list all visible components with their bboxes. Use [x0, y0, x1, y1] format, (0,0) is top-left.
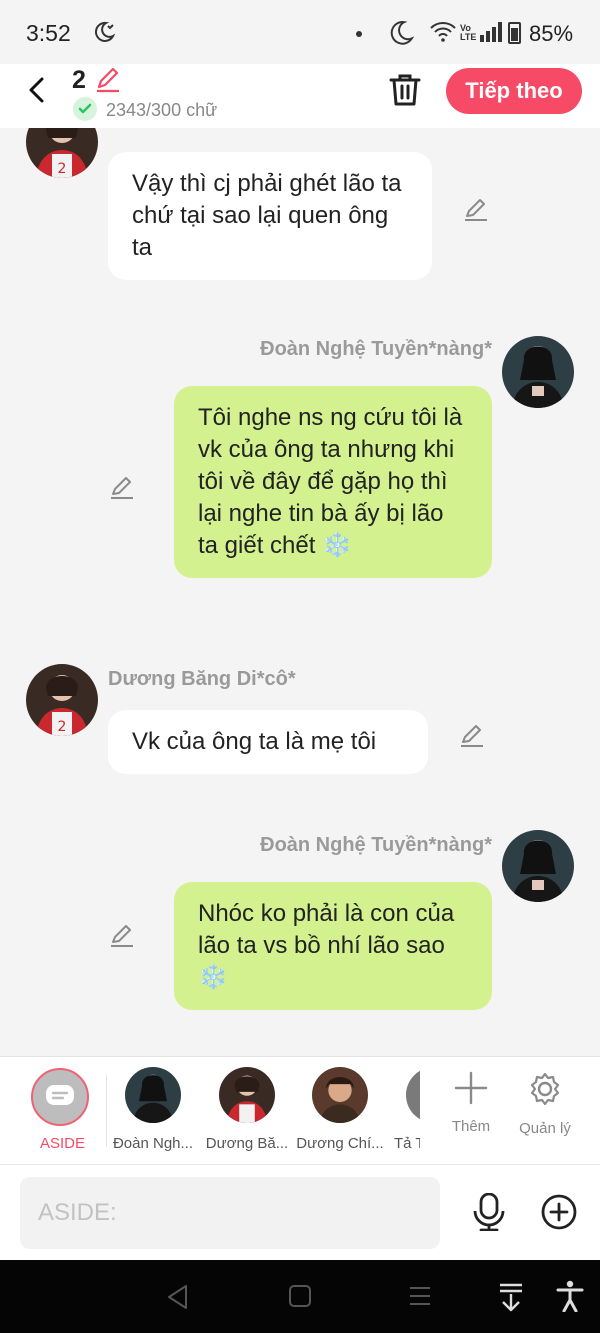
next-button[interactable]: Tiếp theo	[446, 68, 582, 114]
add-character-button[interactable]: Thêm	[446, 1071, 496, 1135]
sender-name: Đoàn Nghệ Tuyền*nàng*	[260, 338, 492, 360]
accessibility-icon[interactable]	[556, 1280, 584, 1317]
nav-home-icon[interactable]	[288, 1284, 312, 1313]
battery-icon	[508, 22, 521, 44]
battery-percent: 85%	[529, 21, 574, 46]
svg-text:2: 2	[58, 719, 67, 735]
edit-message-icon[interactable]	[108, 922, 136, 955]
edit-message-icon[interactable]	[458, 722, 486, 755]
nav-hide-icon[interactable]	[498, 1282, 524, 1317]
system-nav-bar	[0, 1260, 600, 1333]
microphone-button[interactable]	[472, 1192, 506, 1236]
message-bubble[interactable]: Vậy thì cj phải ghét lão ta chứ tại sao …	[108, 152, 432, 280]
character-duong-bang[interactable]: Dương Bă...	[202, 1067, 292, 1152]
moon-alarm-icon	[92, 20, 116, 49]
avatar-duong-bang-di[interactable]: 2	[26, 664, 98, 736]
wifi-icon	[430, 22, 456, 47]
word-count: 2343/300 chữ	[106, 100, 218, 120]
check-icon	[73, 97, 97, 121]
nav-recents-icon[interactable]	[408, 1284, 432, 1313]
edit-message-icon[interactable]	[462, 196, 490, 229]
message-bubble[interactable]: Nhóc ko phải là con của lão ta vs bồ nhí…	[174, 882, 492, 1010]
signal-icon	[480, 22, 502, 47]
aside-label: ASIDE	[40, 1135, 86, 1152]
character-name: Dương Bă...	[205, 1135, 289, 1152]
nav-back-icon[interactable]	[166, 1284, 190, 1315]
edit-message-icon[interactable]	[108, 474, 136, 507]
chat-bubble-icon	[46, 1085, 74, 1105]
avatar	[406, 1067, 420, 1123]
gear-icon	[530, 1072, 560, 1106]
input-bar	[0, 1164, 600, 1260]
message-bubble[interactable]: Vk của ông ta là mẹ tôi	[108, 710, 428, 774]
add-button[interactable]	[540, 1193, 578, 1236]
notification-dot-icon	[356, 31, 362, 37]
add-label: Thêm	[451, 1118, 491, 1135]
avatar-doan-nghe-tuyen[interactable]	[502, 336, 574, 408]
avatar	[125, 1067, 181, 1123]
status-time: 3:52	[26, 20, 71, 46]
message-input[interactable]	[20, 1177, 440, 1249]
plus-icon	[454, 1071, 488, 1105]
character-name: Tả T	[394, 1135, 420, 1152]
message-bubble[interactable]: Tôi nghe ns ng cứu tôi là vk của ông ta …	[174, 386, 492, 578]
character-name: Đoàn Ngh...	[112, 1135, 194, 1152]
editor-header: 2 2343/300 chữ Tiếp theo	[0, 64, 600, 128]
volte-indicator: Vo LTE	[460, 23, 477, 42]
avatar-duong-bang-di[interactable]: 2	[26, 128, 98, 178]
character-bar: ASIDE Đoàn Ngh... Dương Bă... Dương Chí.…	[0, 1056, 600, 1164]
character-ta-t[interactable]: Tả T	[390, 1067, 420, 1152]
aside-button[interactable]	[31, 1068, 89, 1126]
avatar-doan-nghe-tuyen[interactable]	[502, 830, 574, 902]
chat-area[interactable]: 2 Vậy thì cj phải ghét lão ta chứ tại sa…	[0, 128, 600, 1056]
status-bar: 3:52 Vo LTE 85%	[0, 0, 600, 64]
character-doan-nghe[interactable]: Đoàn Ngh...	[108, 1067, 198, 1152]
divider	[106, 1075, 107, 1147]
back-button[interactable]	[22, 74, 52, 104]
character-duong-chi[interactable]: Dương Chí...	[295, 1067, 385, 1152]
avatar	[312, 1067, 368, 1123]
microphone-icon	[473, 1192, 505, 1232]
moon-icon	[388, 20, 415, 51]
manage-label: Quản lý	[519, 1120, 571, 1137]
avatar	[219, 1067, 275, 1123]
trash-button[interactable]	[388, 72, 422, 113]
edit-title-icon[interactable]	[94, 66, 122, 99]
manage-characters-button[interactable]: Quản lý	[514, 1071, 576, 1137]
character-name: Dương Chí...	[296, 1135, 384, 1152]
add-circle-icon	[541, 1194, 577, 1230]
svg-text:2: 2	[58, 161, 67, 177]
sender-name: Dương Băng Di*cô*	[108, 668, 296, 690]
sender-name: Đoàn Nghệ Tuyền*nàng*	[260, 834, 492, 856]
chapter-count: 2	[72, 66, 86, 94]
